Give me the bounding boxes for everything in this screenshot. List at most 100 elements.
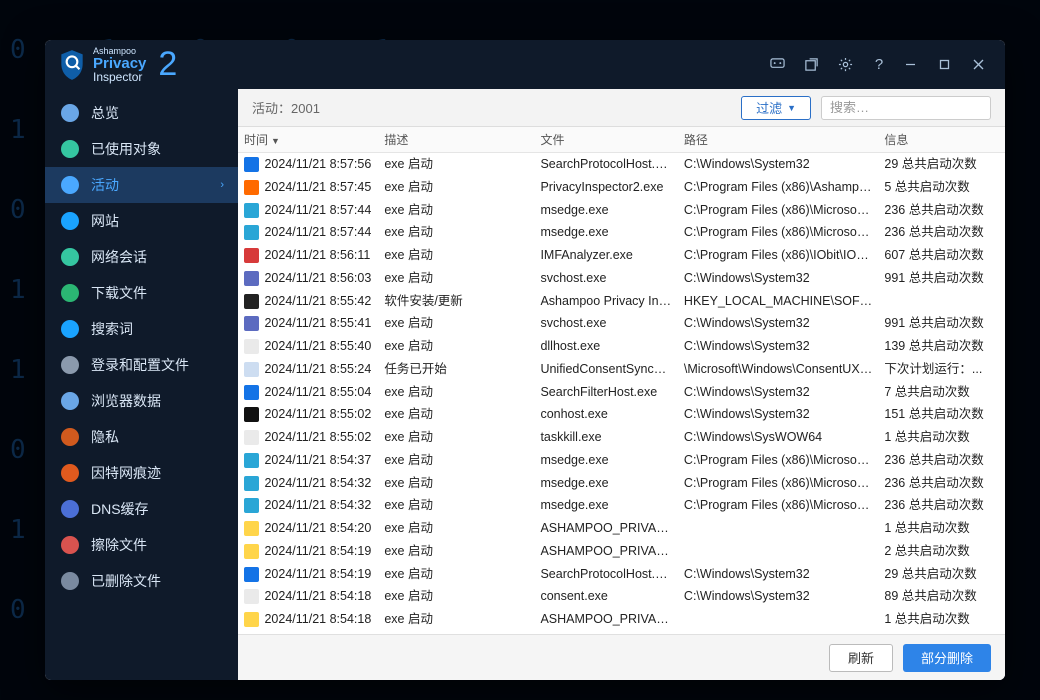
row-icon xyxy=(244,453,259,468)
row-icon xyxy=(244,362,259,377)
sidebar-item-label: 浏览器数据 xyxy=(91,391,161,411)
external-icon[interactable] xyxy=(797,51,825,79)
table-row[interactable]: 2024/11/21 8:54:37exe 启动msedge.exeC:\Pro… xyxy=(238,449,1005,472)
table-row[interactable]: 2024/11/21 8:57:44exe 启动msedge.exeC:\Pro… xyxy=(238,221,1005,244)
sidebar-item-9[interactable]: 隐私 xyxy=(45,419,238,455)
help-icon[interactable]: ? xyxy=(865,51,893,79)
row-icon xyxy=(244,567,259,582)
row-icon xyxy=(244,476,259,491)
titlebar: Ashampoo Privacy Inspector 2 ? xyxy=(45,40,1005,89)
col-time[interactable]: 时间▼ xyxy=(238,127,378,153)
sidebar-icon xyxy=(61,392,79,410)
table-row[interactable]: 2024/11/21 8:55:41exe 启动svchost.exeC:\Wi… xyxy=(238,312,1005,335)
row-icon xyxy=(244,407,259,422)
brand-mid: Privacy xyxy=(93,56,146,71)
activity-table[interactable]: 时间▼ 描述 文件 路径 信息 2024/11/21 8:57:56exe 启动… xyxy=(238,127,1005,634)
sidebar-item-5[interactable]: 下载文件 xyxy=(45,275,238,311)
table-row[interactable]: 2024/11/21 8:55:04exe 启动SearchFilterHost… xyxy=(238,381,1005,404)
table-row[interactable]: 2024/11/21 8:54:19exe 启动ASHAMPOO_PRIVACY… xyxy=(238,540,1005,563)
activity-count: 活动：2001 xyxy=(252,98,320,117)
sidebar-item-label: 活动 xyxy=(91,175,119,195)
sidebar-item-6[interactable]: 搜索词 xyxy=(45,311,238,347)
sidebar-icon xyxy=(61,212,79,230)
app-window: Ashampoo Privacy Inspector 2 ? 总览已使用对象活动… xyxy=(45,40,1005,680)
sidebar-icon xyxy=(61,572,79,590)
chevron-down-icon: ▼ xyxy=(787,103,796,113)
search-input[interactable] xyxy=(821,96,991,120)
sidebar-item-10[interactable]: 因特网痕迹 xyxy=(45,455,238,491)
sidebar-icon xyxy=(61,284,79,302)
table-row[interactable]: 2024/11/21 8:57:56exe 启动SearchProtocolHo… xyxy=(238,153,1005,176)
table-row[interactable]: 2024/11/21 8:54:32exe 启动msedge.exeC:\Pro… xyxy=(238,472,1005,495)
minimize-button[interactable] xyxy=(893,52,927,78)
row-icon xyxy=(244,248,259,263)
row-icon xyxy=(244,589,259,604)
col-info[interactable]: 信息 xyxy=(878,127,1005,153)
table-row[interactable]: 2024/11/21 8:56:11exe 启动IMFAnalyzer.exeC… xyxy=(238,244,1005,267)
sidebar-item-label: 网站 xyxy=(91,211,119,231)
refresh-button[interactable]: 刷新 xyxy=(829,644,893,672)
table-row[interactable]: 2024/11/21 8:55:02exe 启动conhost.exeC:\Wi… xyxy=(238,403,1005,426)
table-row[interactable]: 2024/11/21 8:54:20exe 启动ASHAMPOO_PRIVACY… xyxy=(238,517,1005,540)
row-icon xyxy=(244,316,259,331)
filter-button[interactable]: 过滤 ▼ xyxy=(741,96,811,120)
sidebar-item-3[interactable]: 网站 xyxy=(45,203,238,239)
row-icon xyxy=(244,203,259,218)
sidebar-item-label: DNS缓存 xyxy=(91,499,149,519)
col-desc[interactable]: 描述 xyxy=(378,127,534,153)
sidebar-item-0[interactable]: 总览 xyxy=(45,95,238,131)
sidebar-item-label: 总览 xyxy=(91,103,119,123)
table-row[interactable]: 2024/11/21 8:54:18exe 启动consent.exeC:\Wi… xyxy=(238,585,1005,608)
table-row[interactable]: 2024/11/21 8:54:19exe 启动SearchProtocolHo… xyxy=(238,563,1005,586)
row-icon xyxy=(244,339,259,354)
row-icon xyxy=(244,498,259,513)
chevron-right-icon: › xyxy=(220,179,224,191)
table-row[interactable]: 2024/11/21 8:55:24任务已开始UnifiedConsentSyn… xyxy=(238,358,1005,381)
sidebar-item-2[interactable]: 活动 › xyxy=(45,167,238,203)
row-icon xyxy=(244,271,259,286)
partial-delete-button[interactable]: 部分删除 xyxy=(903,644,991,672)
sidebar-item-label: 搜索词 xyxy=(91,319,133,339)
sidebar-item-label: 隐私 xyxy=(91,427,119,447)
sidebar-item-12[interactable]: 擦除文件 xyxy=(45,527,238,563)
brand-bot: Inspector xyxy=(93,71,146,83)
sidebar-icon xyxy=(61,356,79,374)
row-icon xyxy=(244,225,259,240)
sidebar-item-11[interactable]: DNS缓存 xyxy=(45,491,238,527)
sidebar-item-label: 擦除文件 xyxy=(91,535,147,555)
feedback-icon[interactable] xyxy=(763,51,791,79)
table-row[interactable]: 2024/11/21 8:55:40exe 启动dllhost.exeC:\Wi… xyxy=(238,335,1005,358)
sidebar-icon xyxy=(61,536,79,554)
table-row[interactable]: 2024/11/21 8:56:03exe 启动svchost.exeC:\Wi… xyxy=(238,267,1005,290)
row-icon xyxy=(244,385,259,400)
shield-icon xyxy=(59,49,85,81)
sidebar-item-label: 因特网痕迹 xyxy=(91,463,161,483)
sidebar-icon xyxy=(61,320,79,338)
sidebar-item-13[interactable]: 已删除文件 xyxy=(45,563,238,599)
col-path[interactable]: 路径 xyxy=(678,127,878,153)
table-row[interactable]: 2024/11/21 8:54:18exe 启动ASHAMPOO_PRIVACY… xyxy=(238,608,1005,631)
gear-icon[interactable] xyxy=(831,51,859,79)
table-row[interactable]: 2024/11/21 8:54:32exe 启动msedge.exeC:\Pro… xyxy=(238,494,1005,517)
table-row[interactable]: 2024/11/21 8:57:44exe 启动msedge.exeC:\Pro… xyxy=(238,199,1005,222)
close-button[interactable] xyxy=(961,52,995,78)
col-file[interactable]: 文件 xyxy=(534,127,677,153)
sidebar-icon xyxy=(61,428,79,446)
sidebar-item-7[interactable]: 登录和配置文件 xyxy=(45,347,238,383)
table-row[interactable]: 2024/11/21 8:55:42软件安装/更新Ashampoo Privac… xyxy=(238,290,1005,313)
table-row[interactable]: 2024/11/21 8:57:45exe 启动PrivacyInspector… xyxy=(238,176,1005,199)
sidebar-icon xyxy=(61,248,79,266)
sidebar-item-4[interactable]: 网络会话 xyxy=(45,239,238,275)
sidebar-item-1[interactable]: 已使用对象 xyxy=(45,131,238,167)
row-icon xyxy=(244,294,259,309)
sidebar-icon xyxy=(61,500,79,518)
sidebar-item-8[interactable]: 浏览器数据 xyxy=(45,383,238,419)
sort-desc-icon: ▼ xyxy=(271,136,280,146)
table-row[interactable]: 2024/11/21 8:55:02exe 启动taskkill.exeC:\W… xyxy=(238,426,1005,449)
sidebar: 总览已使用对象活动 › 网站网络会话下载文件搜索词登录和配置文件浏览器数据隐私因特网… xyxy=(45,89,238,680)
maximize-button[interactable] xyxy=(927,52,961,78)
toolbar: 活动：2001 过滤 ▼ xyxy=(238,89,1005,127)
footer: 刷新 部分删除 xyxy=(238,634,1005,680)
row-icon xyxy=(244,430,259,445)
row-icon xyxy=(244,180,259,195)
